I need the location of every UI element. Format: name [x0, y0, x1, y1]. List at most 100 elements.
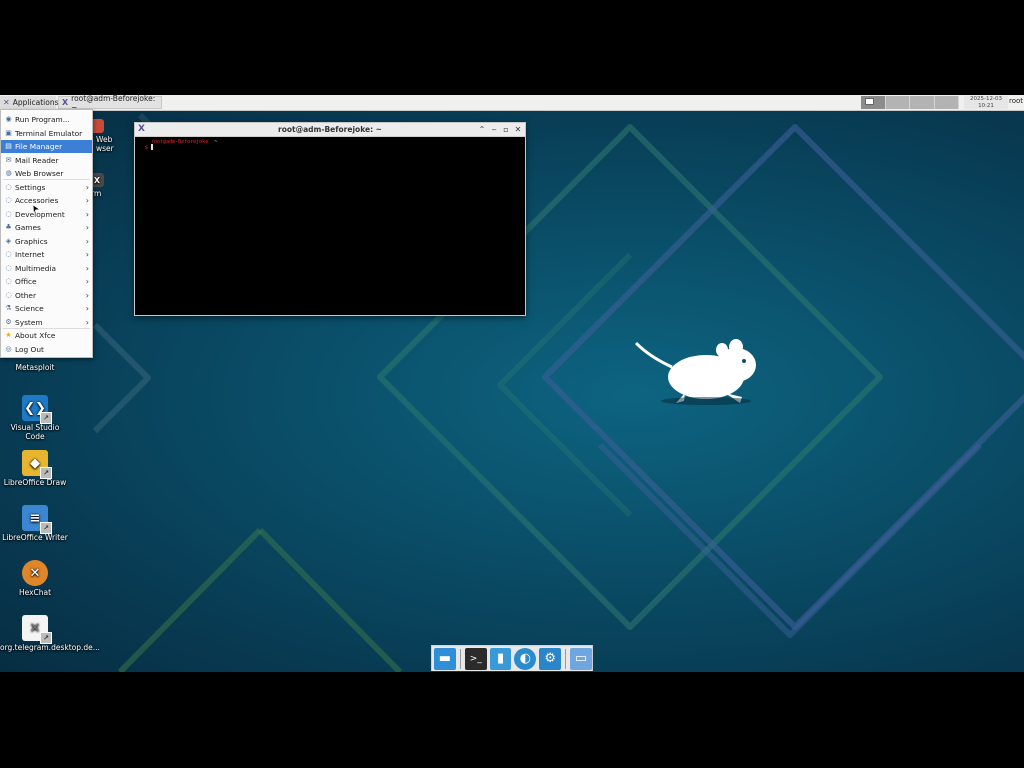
menu-item-label: Settings [15, 182, 46, 192]
dock-separator [459, 648, 461, 669]
desktop: ✕ Applications X root@adm-Beforejoke: ~ … [0, 95, 1024, 672]
file-manager-icon: ▤ [5, 142, 12, 151]
terminal-icon[interactable]: >_ [464, 647, 487, 670]
menu-item-graphics[interactable]: ◈ Graphics › [1, 235, 92, 248]
menu-item-terminal-emulator[interactable]: ▣ Terminal Emulator [1, 127, 92, 140]
clock-time: 10:21 [978, 102, 994, 109]
hexchat-icon: ✕ [22, 560, 48, 586]
menu-item-mail-reader[interactable]: ✉ Mail Reader [1, 154, 92, 167]
web-browser-icon[interactable]: ◐ [514, 647, 537, 670]
settings-icon: ◌ [5, 182, 12, 191]
window-thumbnail [865, 98, 874, 105]
menu-item-label: Multimedia [15, 263, 57, 273]
chevron-right-icon: › [85, 209, 89, 219]
menu-item-multimedia[interactable]: ◌ Multimedia › [1, 262, 92, 275]
settings-icon[interactable]: ⚙ [539, 647, 562, 670]
xfce-logo-icon: ✕ [3, 98, 10, 107]
workspace-4[interactable] [934, 96, 959, 109]
terminal-prompt: root@adm-Beforejoke ~ [151, 139, 218, 145]
development-icon: ◌ [5, 209, 12, 218]
desktop-icon-vscode[interactable]: ❮❯ ↗ Visual Studio Code [0, 395, 70, 441]
menu-item-file-manager[interactable]: ▤ File Manager [1, 140, 92, 154]
office-icon: ◌ [5, 277, 12, 286]
games-icon: ♣ [5, 223, 12, 232]
terminal-cursor [151, 144, 153, 150]
star-icon: ★ [5, 331, 12, 340]
menu-item-label: Web Browser [15, 169, 64, 179]
menu-item-run-program[interactable]: ◉ Run Program... [1, 113, 92, 126]
menu-separator [3, 328, 90, 329]
telegram-icon: ✕ ↗ [22, 615, 52, 644]
prompt-symbol: $ [145, 145, 149, 151]
desktop-icon-hexchat[interactable]: ✕ HexChat [0, 560, 70, 597]
chevron-right-icon: › [85, 263, 89, 273]
folder-icon[interactable]: ▭ [570, 647, 592, 670]
close-icon[interactable]: ✕ [513, 124, 523, 135]
chevron-right-icon: › [85, 182, 89, 192]
applications-menu-button[interactable]: ✕ Applications [0, 96, 59, 109]
menu-item-about-xfce[interactable]: ★ About Xfce [1, 329, 92, 342]
desktop-icon-label: Metasploit [15, 363, 55, 372]
chevron-right-icon: › [85, 317, 89, 327]
menu-item-accessories[interactable]: ◌ Accessories › [1, 194, 92, 207]
libreoffice-writer-icon: ≡ ↗ [22, 505, 52, 534]
menu-item-settings[interactable]: ◌ Settings › [1, 181, 92, 194]
desktop-icon-label: LibreOffice Draw [3, 478, 67, 487]
terminal-icon: ▣ [5, 128, 12, 137]
menu-item-label: Games [15, 223, 41, 233]
desktop-icon-label: HexChat [18, 588, 52, 597]
menu-item-other[interactable]: ◌ Other › [1, 289, 92, 302]
terminal-titlebar[interactable]: X root@adm-Beforejoke: ~ ⌃ ‒ ▫ ✕ [135, 123, 525, 137]
xfce-mouse-logo [634, 339, 756, 403]
workspace-switcher[interactable] [861, 96, 959, 109]
window-menu-icon[interactable]: ⌃ [477, 124, 487, 135]
menu-item-label: Other [15, 290, 36, 300]
desktop-icon-libreoffice-draw[interactable]: ◆ ↗ LibreOffice Draw [0, 450, 70, 487]
menu-item-label: Development [15, 209, 65, 219]
desktop-icon-label: LibreOffice Writer [2, 533, 68, 542]
applications-menu[interactable]: ◉ Run Program... ▣ Terminal Emulator ▤ File M… [0, 109, 93, 358]
clock-date: 2025-12-03 [970, 96, 1002, 102]
chevron-right-icon: › [85, 236, 89, 246]
menu-item-internet[interactable]: ◌ Internet › [1, 248, 92, 261]
mail-icon: ✉ [5, 155, 12, 164]
terminal-output[interactable]: root@adm-Beforejoke ~ $ [135, 137, 525, 314]
menu-item-log-out[interactable]: ◎ Log Out [1, 343, 92, 356]
menu-item-label: Log Out [15, 344, 44, 354]
chevron-right-icon: › [85, 290, 89, 300]
maximize-icon[interactable]: ▫ [501, 124, 511, 135]
chevron-right-icon: › [85, 277, 89, 287]
user-menu[interactable]: root [1009, 97, 1023, 105]
clock[interactable]: 2025-12-03 10:21 [964, 96, 1008, 109]
prompt-dir: ~ [214, 139, 218, 145]
internet-icon: ◌ [5, 250, 12, 259]
menu-item-development[interactable]: ◌ Development › [1, 208, 92, 221]
menu-separator [3, 179, 90, 180]
workspace-3[interactable] [910, 96, 935, 109]
menu-item-office[interactable]: ◌ Office › [1, 275, 92, 288]
minimize-icon[interactable]: ‒ [489, 124, 499, 135]
menu-item-label: Terminal Emulator [15, 128, 83, 138]
file-manager-icon[interactable]: ▮ [489, 647, 512, 670]
menu-item-label: Graphics [15, 236, 48, 246]
prompt-host: adm-Beforejoke [166, 139, 209, 145]
menu-item-label: Mail Reader [15, 155, 59, 165]
menu-item-science[interactable]: ⚗ Science › [1, 302, 92, 315]
desktop-icon-telegram[interactable]: ✕ ↗ org.telegram.desktop.de... [0, 615, 100, 652]
menu-item-games[interactable]: ♣ Games › [1, 221, 92, 234]
taskbar-terminal-button[interactable]: X root@adm-Beforejoke: ~ [58, 95, 162, 112]
desktop-icon-label: org.telegram.desktop.de... [0, 643, 100, 652]
workspace-1[interactable] [861, 96, 886, 109]
menu-item-label: Office [15, 277, 37, 287]
science-icon: ⚗ [5, 304, 12, 313]
dock: ▬ >_ ▮ ◐ ⚙ ▭ [431, 645, 593, 671]
desktop-icon-label: rm [91, 189, 102, 198]
terminal-window[interactable]: X root@adm-Beforejoke: ~ ⌃ ‒ ▫ ✕ root@ad… [134, 122, 526, 316]
show-desktop-icon[interactable]: ▬ [434, 647, 456, 670]
menu-item-system[interactable]: ⚙ System › [1, 316, 92, 329]
workspace-2[interactable] [885, 96, 910, 109]
menu-item-label: System [15, 317, 43, 327]
menu-item-label: Internet [15, 250, 45, 260]
top-panel: ✕ Applications X root@adm-Beforejoke: ~ … [0, 95, 1024, 112]
desktop-icon-libreoffice-writer[interactable]: ≡ ↗ LibreOffice Writer [0, 505, 70, 542]
